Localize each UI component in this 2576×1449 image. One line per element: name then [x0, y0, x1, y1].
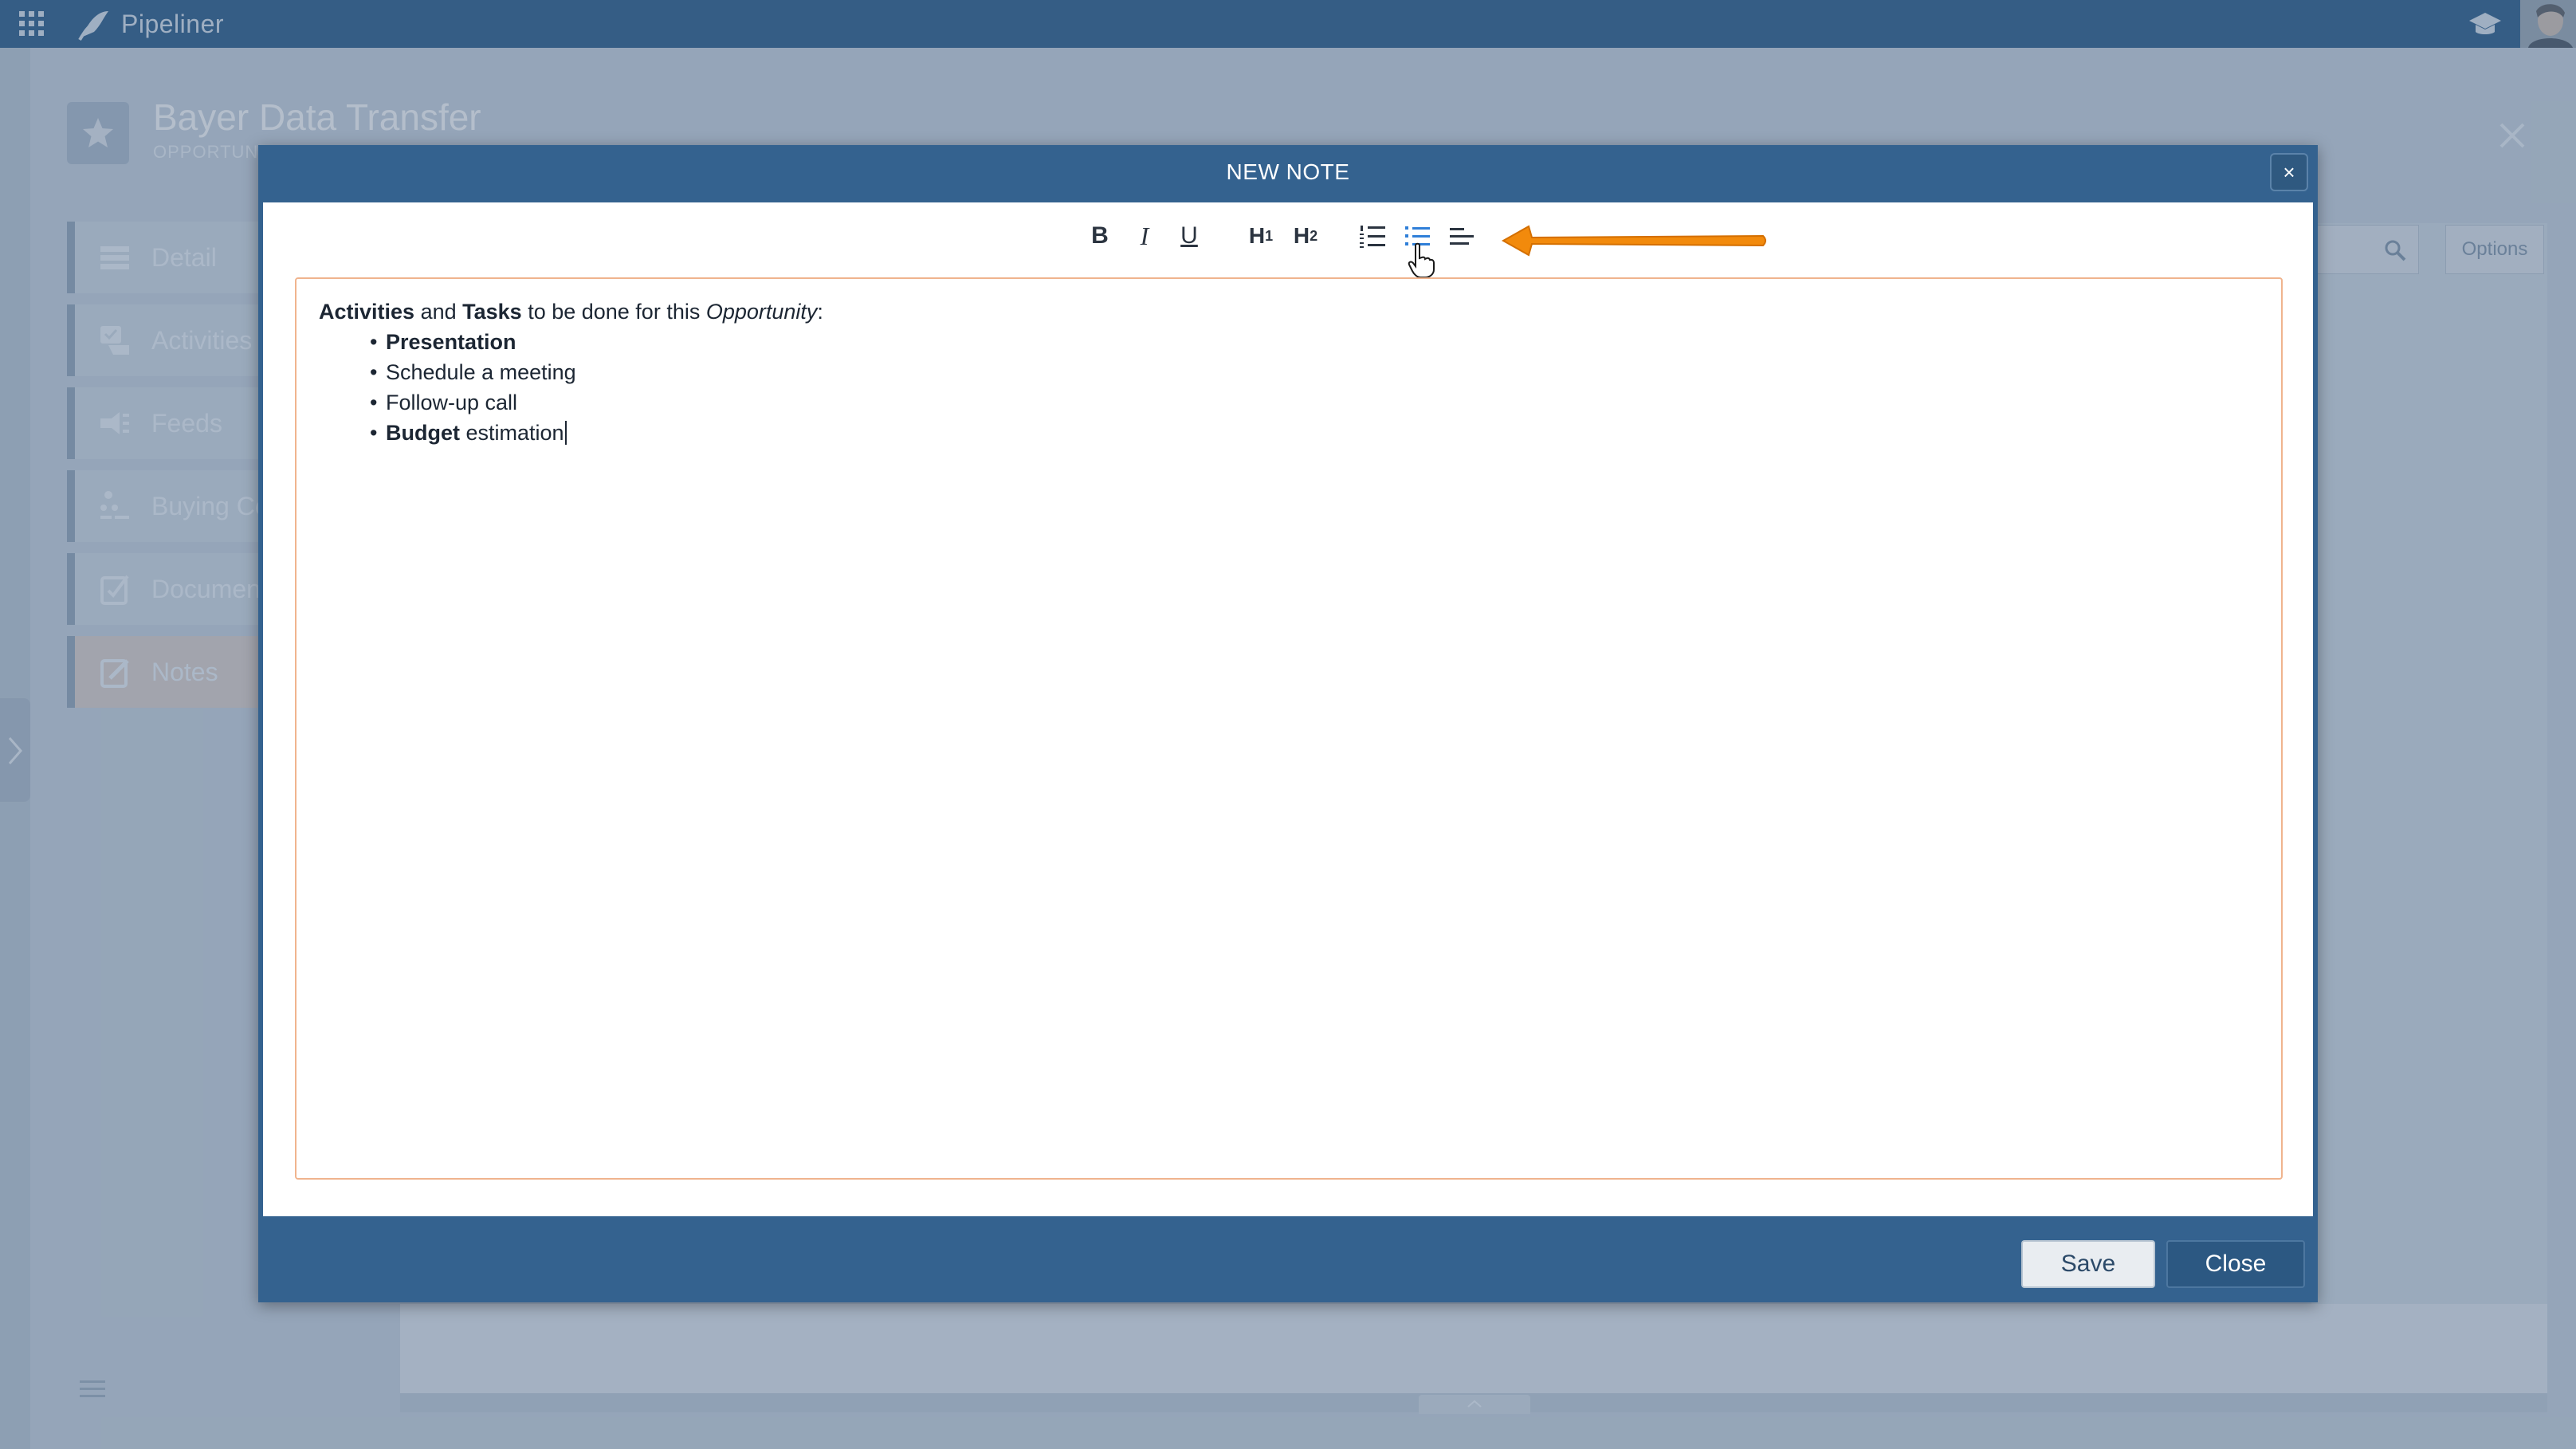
list-item: Budget estimation	[370, 418, 2259, 448]
ordered-list-icon	[1360, 226, 1385, 248]
note-text: and	[414, 300, 463, 324]
bold-button[interactable]: B	[1082, 218, 1117, 253]
text-caret	[564, 421, 567, 445]
list-item: Follow-up call	[370, 387, 2259, 418]
orange-arrow-annotation	[1501, 225, 1766, 257]
note-text-bold: Tasks	[462, 300, 522, 324]
formatting-toolbar: B I U H1 H2	[263, 202, 2313, 282]
dialog-close-x-button[interactable]: ×	[2270, 153, 2308, 191]
list-item: Schedule a meeting	[370, 357, 2259, 387]
note-intro-line: Activities and Tasks to be done for this…	[319, 296, 2259, 327]
italic-button[interactable]: I	[1127, 218, 1162, 253]
dialog-body: B I U H1 H2 Activities and Tasks to be d…	[263, 202, 2313, 1216]
ordered-list-button[interactable]	[1355, 218, 1390, 253]
save-button[interactable]: Save	[2021, 1240, 2155, 1288]
heading-1-number: 1	[1265, 227, 1274, 244]
note-text: Follow-up call	[386, 391, 518, 414]
dialog-title: NEW NOTE	[1226, 159, 1350, 184]
heading-2-number: 2	[1310, 227, 1318, 244]
note-text-bold: Presentation	[386, 330, 516, 354]
close-button[interactable]: Close	[2166, 1240, 2305, 1288]
note-bullet-list: Presentation Schedule a meeting Follow-u…	[319, 327, 2259, 448]
note-text-bold: Activities	[319, 300, 415, 324]
note-text: to be done for this	[521, 300, 706, 324]
note-text-bold: Budget	[386, 421, 460, 445]
new-note-dialog: NEW NOTE × B I U H1 H2 Activities and Ta…	[258, 145, 2318, 1302]
heading-1-letter: H	[1248, 223, 1266, 248]
heading-2-letter: H	[1293, 223, 1310, 248]
note-text: estimation	[459, 421, 564, 445]
underline-button[interactable]: U	[1172, 218, 1207, 253]
align-button[interactable]	[1444, 218, 1479, 253]
note-text-italic: Opportunity	[705, 300, 818, 324]
note-editor[interactable]: Activities and Tasks to be done for this…	[295, 277, 2283, 1180]
pointer-hand-icon	[1408, 242, 1435, 278]
heading-1-button[interactable]: H1	[1240, 218, 1282, 253]
align-left-icon	[1450, 228, 1474, 245]
dialog-header: NEW NOTE ×	[258, 145, 2318, 199]
heading-2-button[interactable]: H2	[1285, 218, 1326, 253]
list-item: Presentation	[370, 327, 2259, 357]
note-text: :	[817, 300, 823, 324]
note-text: Schedule a meeting	[386, 360, 576, 384]
dialog-footer: Save Close	[258, 1216, 2318, 1302]
